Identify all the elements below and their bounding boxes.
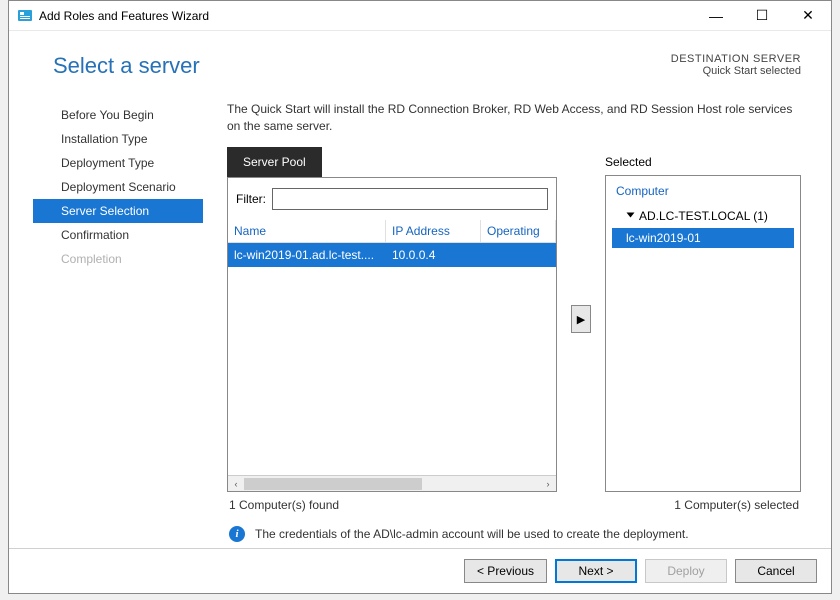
scroll-thumb[interactable] [244,478,422,490]
minimize-button[interactable]: — [693,1,739,31]
server-pool-box: Filter: Name IP Address Operating [227,177,557,492]
server-pool-panel: Server Pool Filter: Name IP Address Oper… [227,147,557,492]
nav-sidebar: Before You Begin Installation Type Deplo… [53,101,203,548]
filter-label: Filter: [236,192,266,206]
selected-group[interactable]: AD.LC-TEST.LOCAL (1) [612,206,794,226]
move-column: ▶ [571,147,591,492]
info-text: The credentials of the AD\lc-admin accou… [255,527,689,541]
server-pool-tab[interactable]: Server Pool [227,147,322,177]
add-to-selected-button[interactable]: ▶ [571,305,591,333]
computers-selected: 1 Computer(s) selected [674,498,799,512]
intro-text: The Quick Start will install the RD Conn… [227,101,801,135]
selected-panel: Selected Computer AD.LC-TEST.LOCAL (1) l… [605,147,801,492]
body: Before You Begin Installation Type Deplo… [9,87,831,548]
table-row[interactable]: lc-win2019-01.ad.lc-test.... 10.0.0.4 [228,243,556,267]
info-icon: i [229,526,245,542]
main-area: The Quick Start will install the RD Conn… [227,101,801,548]
destination-info: DESTINATION SERVER Quick Start selected [671,53,801,77]
close-button[interactable]: ✕ [785,1,831,31]
nav-completion: Completion [53,247,203,271]
app-icon [17,8,33,24]
info-row: i The credentials of the AD\lc-admin acc… [227,512,801,548]
nav-confirmation[interactable]: Confirmation [53,223,203,247]
caret-down-icon [627,212,635,217]
col-header-name[interactable]: Name [228,220,386,242]
server-pool-table: Name IP Address Operating lc-win2019-01.… [228,220,556,491]
scroll-right-icon[interactable]: › [540,477,556,491]
wizard-window: Add Roles and Features Wizard — ☐ ✕ Sele… [8,0,832,594]
nav-before-you-begin[interactable]: Before You Begin [53,103,203,127]
nav-server-selection[interactable]: Server Selection [33,199,203,223]
horizontal-scrollbar[interactable]: ‹ › [228,475,556,491]
panels: Server Pool Filter: Name IP Address Oper… [227,147,801,492]
window-title: Add Roles and Features Wizard [39,9,693,23]
col-header-os[interactable]: Operating [481,220,556,242]
table-header: Name IP Address Operating [228,220,556,243]
titlebar[interactable]: Add Roles and Features Wizard — ☐ ✕ [9,1,831,31]
nav-installation-type[interactable]: Installation Type [53,127,203,151]
cancel-button[interactable]: Cancel [735,559,817,583]
col-header-ip[interactable]: IP Address [386,220,481,242]
selected-box: Computer AD.LC-TEST.LOCAL (1) lc-win2019… [605,175,801,492]
filter-input[interactable] [272,188,548,210]
cell-os [481,243,556,267]
computers-found: 1 Computer(s) found [229,498,339,512]
chevron-right-icon: ▶ [577,313,585,326]
cell-name: lc-win2019-01.ad.lc-test.... [228,243,386,267]
nav-deployment-type[interactable]: Deployment Type [53,151,203,175]
scroll-track[interactable] [244,478,540,490]
header: Select a server DESTINATION SERVER Quick… [9,31,831,87]
selected-label: Selected [605,147,801,169]
selected-header[interactable]: Computer [612,182,794,200]
next-button[interactable]: Next > [555,559,637,583]
selected-item[interactable]: lc-win2019-01 [612,228,794,248]
destination-value: Quick Start selected [671,65,801,77]
status-row: 1 Computer(s) found 1 Computer(s) select… [227,492,801,512]
destination-label: DESTINATION SERVER [671,53,801,65]
nav-deployment-scenario[interactable]: Deployment Scenario [53,175,203,199]
group-label: AD.LC-TEST.LOCAL (1) [639,209,768,223]
maximize-button[interactable]: ☐ [739,1,785,31]
previous-button[interactable]: < Previous [464,559,547,583]
footer: < Previous Next > Deploy Cancel [9,548,831,593]
table-body: lc-win2019-01.ad.lc-test.... 10.0.0.4 [228,243,556,475]
filter-row: Filter: [228,178,556,220]
deploy-button: Deploy [645,559,727,583]
page-title: Select a server [53,53,200,79]
scroll-left-icon[interactable]: ‹ [228,477,244,491]
window-controls: — ☐ ✕ [693,1,831,31]
cell-ip: 10.0.0.4 [386,243,481,267]
